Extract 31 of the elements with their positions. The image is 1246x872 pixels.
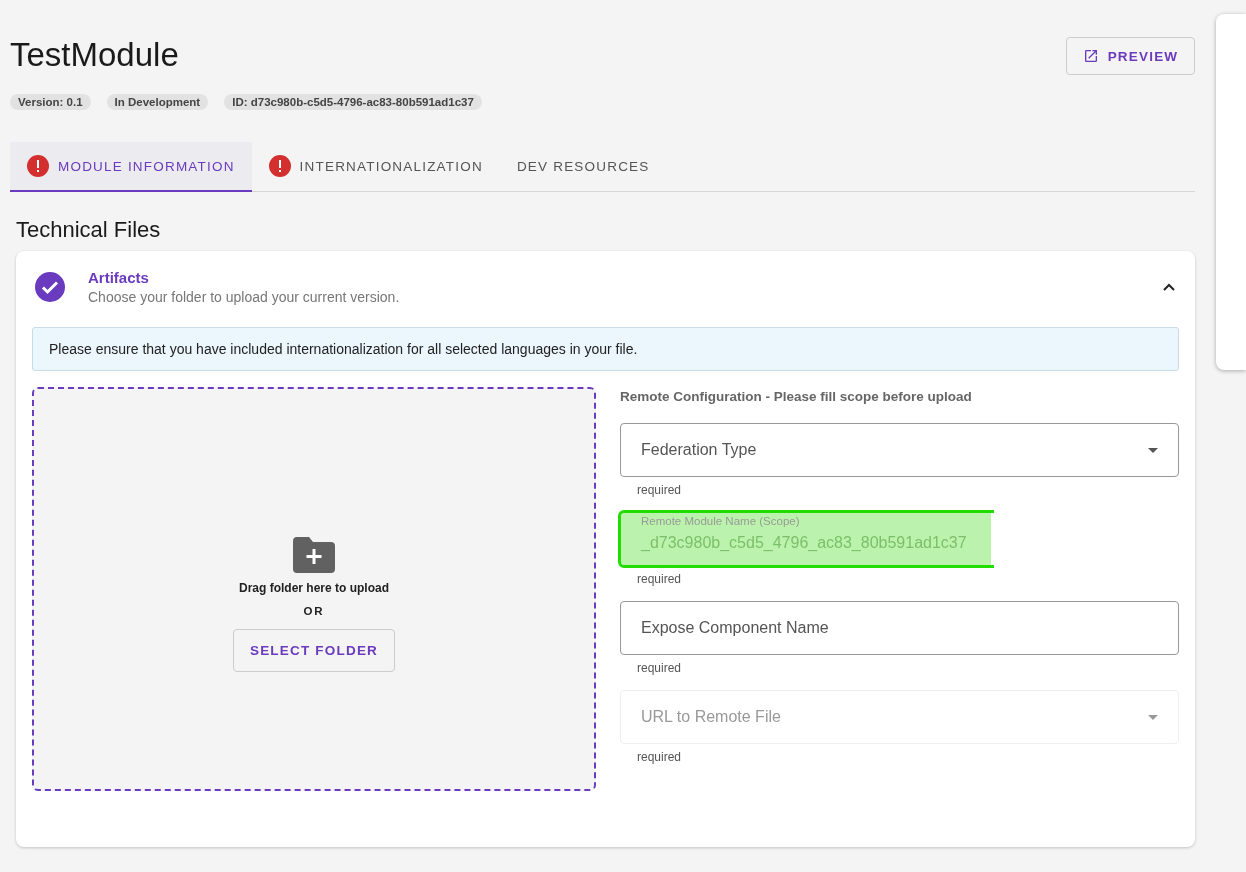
input-field[interactable]: Federation Type — [620, 423, 1180, 477]
field-label: Remote Module Name (Scope) — [640, 515, 801, 527]
info-chip: In Development — [106, 94, 209, 110]
drop-text: Drag folder here to upload — [239, 580, 389, 595]
preview-button[interactable]: PREVIEW — [1065, 37, 1196, 75]
or-text: OR — [303, 604, 325, 617]
field-hint: required — [637, 661, 683, 675]
info-chip: ID: d73c980b-c5d5-4796-ac83-80b591ad1c37 — [224, 94, 482, 110]
config-title: Remote Configuration - Please fill scope before upload — [620, 389, 973, 404]
tab[interactable]: DEV RESOURCES — [499, 142, 667, 192]
error-icon — [27, 155, 49, 177]
error-icon — [268, 155, 291, 177]
tab[interactable]: INTERNATIONALIZATION — [251, 142, 500, 192]
field-hint: required — [637, 750, 683, 764]
input-field[interactable]: Expose Component Name — [620, 601, 1180, 655]
chevron-icon[interactable] — [1163, 283, 1176, 291]
dropzone[interactable]: Drag folder here to upload OR SELECT FOLDER — [32, 387, 596, 791]
dropdown-caret-icon — [1148, 447, 1159, 453]
select-folder-button[interactable]: SELECT FOLDER — [232, 628, 396, 672]
tab[interactable]: MODULE INFORMATION — [10, 142, 252, 192]
module-title: TestModule — [10, 36, 180, 74]
info-alert: Please ensure that you have included internationalization for all selected languages in your file. — [32, 327, 1180, 371]
folder-add-icon — [293, 536, 335, 573]
dropdown-caret-icon — [1148, 714, 1159, 720]
section-title: Technical Files — [16, 217, 162, 243]
field-hint: required — [637, 483, 683, 497]
field-hint: required — [637, 572, 683, 586]
external-link-icon — [1082, 48, 1099, 64]
panel-subtitle: Choose your folder to upload your current version. — [88, 289, 401, 305]
info-chip: Version: 0.1 — [10, 94, 91, 110]
panel-title: Artifacts — [88, 269, 150, 286]
